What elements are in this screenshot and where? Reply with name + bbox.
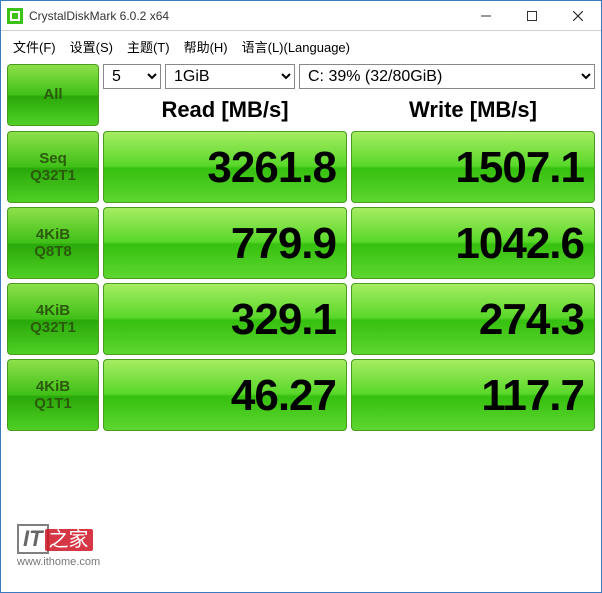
- watermark-brand: IT之家: [17, 523, 100, 554]
- test-size-select[interactable]: 1GiB: [165, 64, 295, 89]
- drive-select[interactable]: C: 39% (32/80GiB): [299, 64, 595, 89]
- window-controls: [463, 1, 601, 30]
- all-button-label: All: [8, 86, 98, 103]
- maximize-button[interactable]: [509, 1, 555, 30]
- 4k-q1t1-read: 46.27: [103, 359, 347, 431]
- q32t1-label: Q32T1: [8, 167, 98, 184]
- 4k-q32t1-write: 274.3: [351, 283, 595, 355]
- menu-help[interactable]: 帮助(H): [180, 35, 232, 58]
- footer-area: IT之家 www.ithome.com: [7, 431, 595, 586]
- q32t1-label-2: Q32T1: [8, 319, 98, 336]
- app-window: CrystalDiskMark 6.0.2 x64 文件(F) 设置(S) 主题…: [0, 0, 602, 593]
- q8t8-label: Q8T8: [8, 243, 98, 260]
- close-button[interactable]: [555, 1, 601, 30]
- seq-q32t1-read: 3261.8: [103, 131, 347, 203]
- top-controls: 5 1GiB C: 39% (32/80GiB) Read [MB/s] Wri…: [103, 64, 595, 127]
- 4k-q1t1-button[interactable]: 4KiB Q1T1: [7, 359, 99, 431]
- 4k-q32t1-read: 329.1: [103, 283, 347, 355]
- benchmark-grid: All 5 1GiB C: 39% (32/80GiB) Read [MB/s]: [7, 64, 595, 431]
- write-header: Write [MB/s]: [351, 95, 595, 127]
- 4kib-label-1: 4KiB: [8, 226, 98, 243]
- minimize-button[interactable]: [463, 1, 509, 30]
- watermark-url: www.ithome.com: [17, 556, 100, 568]
- menu-language[interactable]: 语言(L)(Language): [238, 35, 354, 58]
- seq-label: Seq: [8, 150, 98, 167]
- 4k-q8t8-button[interactable]: 4KiB Q8T8: [7, 207, 99, 279]
- window-title: CrystalDiskMark 6.0.2 x64: [29, 9, 463, 23]
- 4k-q8t8-read: 779.9: [103, 207, 347, 279]
- 4kib-label-3: 4KiB: [8, 378, 98, 395]
- test-count-select[interactable]: 5: [103, 64, 161, 89]
- 4kib-label-2: 4KiB: [8, 302, 98, 319]
- watermark: IT之家 www.ithome.com: [17, 523, 100, 568]
- header-row: Read [MB/s] Write [MB/s]: [103, 95, 595, 127]
- selector-row: 5 1GiB C: 39% (32/80GiB): [103, 64, 595, 91]
- app-icon: [7, 8, 23, 24]
- 4k-q8t8-write: 1042.6: [351, 207, 595, 279]
- read-header: Read [MB/s]: [103, 95, 347, 127]
- menu-file[interactable]: 文件(F): [9, 35, 60, 58]
- seq-q32t1-write: 1507.1: [351, 131, 595, 203]
- all-button[interactable]: All: [7, 64, 99, 126]
- q1t1-label: Q1T1: [8, 395, 98, 412]
- main-panel: All 5 1GiB C: 39% (32/80GiB) Read [MB/s]: [1, 64, 601, 592]
- seq-q32t1-button[interactable]: Seq Q32T1: [7, 131, 99, 203]
- menu-settings[interactable]: 设置(S): [66, 35, 117, 58]
- titlebar[interactable]: CrystalDiskMark 6.0.2 x64: [1, 1, 601, 31]
- 4k-q32t1-button[interactable]: 4KiB Q32T1: [7, 283, 99, 355]
- menubar: 文件(F) 设置(S) 主题(T) 帮助(H) 语言(L)(Language): [1, 31, 601, 64]
- 4k-q1t1-write: 117.7: [351, 359, 595, 431]
- menu-theme[interactable]: 主题(T): [123, 35, 174, 58]
- watermark-it: IT: [17, 524, 49, 554]
